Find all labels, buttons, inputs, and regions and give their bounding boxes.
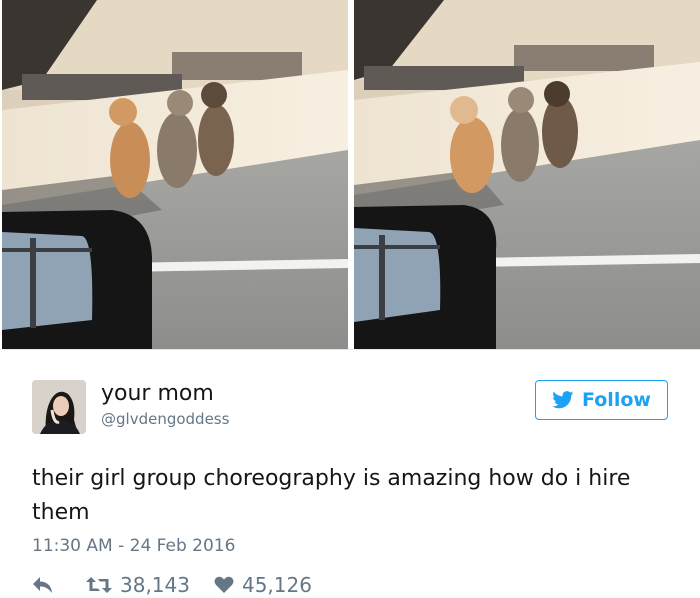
tweet-actions: 38,143 45,126 [32, 572, 336, 598]
reply-button[interactable] [32, 576, 62, 594]
retweet-button[interactable]: 38,143 [86, 573, 190, 597]
heart-icon [214, 576, 234, 593]
twitter-bird-icon [552, 391, 574, 409]
author-name[interactable]: your mom [101, 381, 214, 407]
cat-photo-left[interactable] [2, 0, 348, 349]
retweet-icon [86, 577, 112, 593]
media-divider [0, 349, 700, 350]
cat-photo-right[interactable] [354, 0, 700, 349]
follow-button[interactable]: Follow [535, 380, 668, 420]
like-button[interactable]: 45,126 [214, 573, 312, 597]
retweet-count: 38,143 [120, 573, 190, 597]
tweet-text: their girl group choreography is amazing… [32, 466, 631, 525]
reply-icon [33, 577, 52, 593]
tweet-card: your mom @glvdengoddess Follow their gir… [0, 0, 700, 597]
follow-label: Follow [582, 389, 651, 411]
tweet-timestamp[interactable]: 11:30 AM - 24 Feb 2016 [32, 534, 235, 558]
avatar[interactable] [32, 380, 86, 434]
tweet-media [0, 0, 700, 352]
like-count: 45,126 [241, 573, 312, 597]
author-handle[interactable]: @glvdengoddess [101, 409, 229, 429]
